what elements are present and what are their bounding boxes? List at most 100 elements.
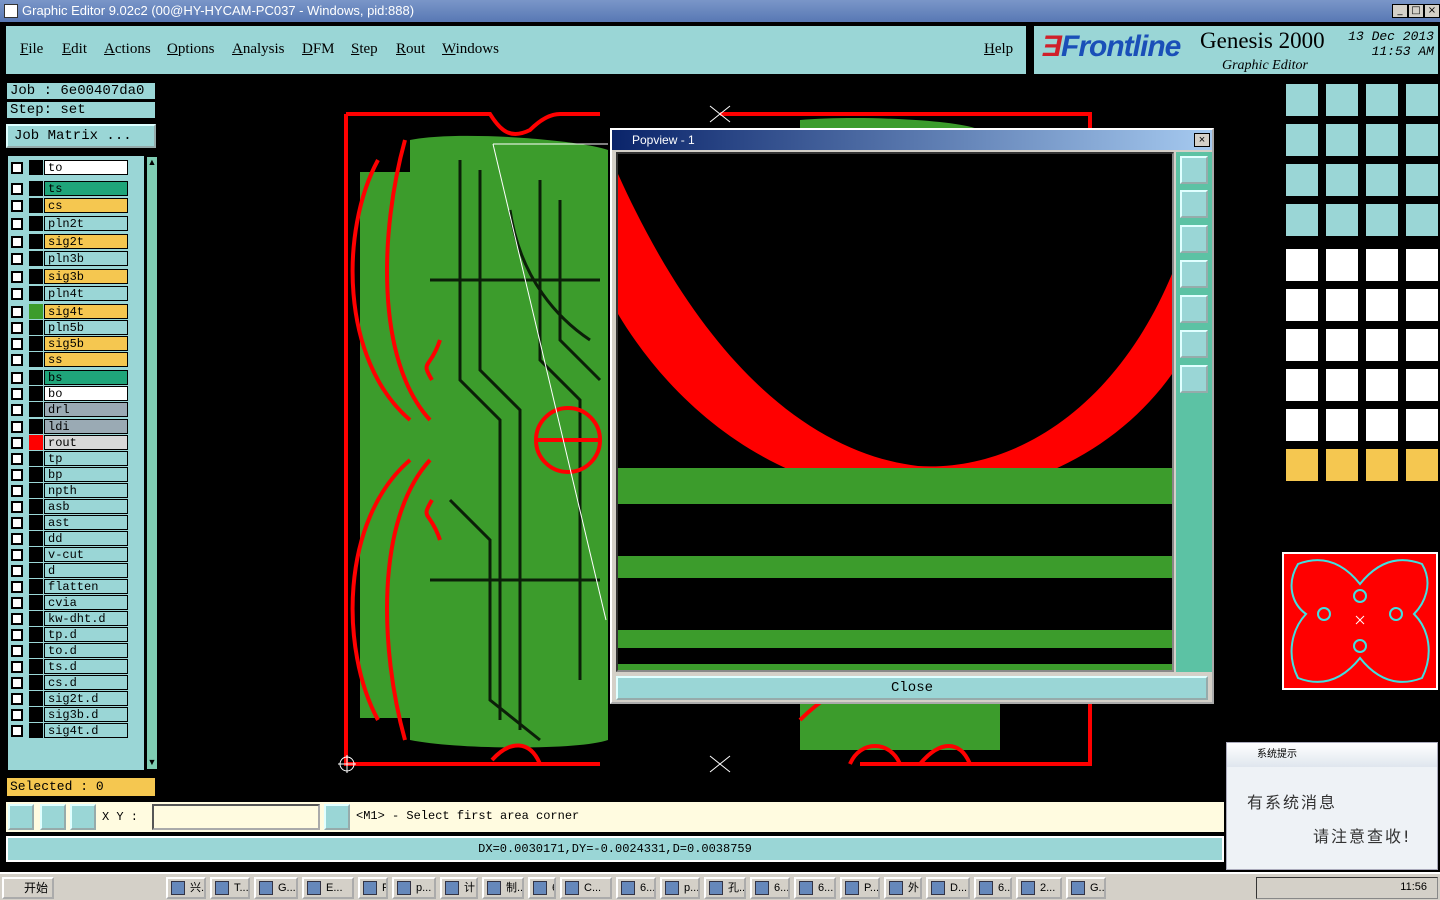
layer-checkbox[interactable]: [11, 437, 23, 450]
feature-icon[interactable]: [1284, 367, 1320, 403]
popview-pan-down-icon[interactable]: [1180, 225, 1208, 253]
popview-pan-up-icon[interactable]: [1180, 190, 1208, 218]
layer-color-swatch[interactable]: [29, 611, 43, 627]
taskbar-item[interactable]: P...: [358, 877, 388, 899]
layer-name[interactable]: sig3b.d: [44, 707, 128, 723]
layer-row-drl[interactable]: drl: [8, 401, 144, 417]
connect-icon[interactable]: [1284, 287, 1320, 323]
taskbar-item[interactable]: p...: [392, 877, 436, 899]
layer-name[interactable]: drl: [44, 401, 128, 417]
layer-color-swatch[interactable]: [29, 595, 43, 611]
layer-row-tp.d[interactable]: tp.d: [8, 627, 144, 643]
layer-checkbox[interactable]: [11, 338, 23, 350]
grid-icon[interactable]: [1324, 202, 1360, 238]
layer-color-swatch[interactable]: [29, 160, 43, 175]
menu-rout[interactable]: Rout: [396, 41, 425, 58]
layer-checkbox[interactable]: [11, 709, 23, 722]
scroll-up-arrow[interactable]: ▲: [147, 157, 157, 169]
ruler-icon[interactable]: [1284, 202, 1320, 238]
layer-checkbox[interactable]: [11, 725, 23, 738]
layer-row-sig5b[interactable]: sig5b: [8, 336, 144, 351]
menu-actions[interactable]: Actions: [104, 41, 151, 58]
layer-checkbox[interactable]: [11, 485, 23, 498]
layer-checkbox[interactable]: [11, 533, 23, 546]
layer-color-swatch[interactable]: [29, 385, 43, 401]
fit-icon[interactable]: [1284, 162, 1320, 198]
layer-color-swatch[interactable]: [29, 435, 43, 451]
menu-options[interactable]: Options: [167, 41, 215, 58]
layer-name[interactable]: ast: [44, 515, 128, 531]
layer-color-swatch[interactable]: [29, 251, 43, 267]
layer-checkbox[interactable]: [11, 322, 23, 334]
layer-settings-icon[interactable]: [1364, 202, 1400, 238]
layer-checkbox[interactable]: [11, 371, 23, 384]
layer-color-swatch[interactable]: [29, 643, 43, 659]
layer-row-npth[interactable]: npth: [8, 483, 144, 499]
measure-icon[interactable]: [40, 804, 66, 830]
layer-name[interactable]: dd: [44, 531, 128, 547]
layer-row-ast[interactable]: ast: [8, 515, 144, 531]
layer-checkbox[interactable]: [11, 501, 23, 514]
layer-name[interactable]: cvia: [44, 595, 128, 611]
layer-name[interactable]: sig2t.d: [44, 691, 128, 707]
layer-name[interactable]: to.d: [44, 643, 128, 659]
layer-name[interactable]: npth: [44, 483, 128, 499]
menu-file[interactable]: File: [20, 41, 43, 58]
layer-name[interactable]: tp.d: [44, 627, 128, 643]
layer-checkbox[interactable]: [11, 200, 23, 213]
popview-canvas[interactable]: [616, 152, 1174, 672]
layer-row-ts.d[interactable]: ts.d: [8, 659, 144, 675]
layer-color-swatch[interactable]: [29, 286, 43, 302]
layer-color-swatch[interactable]: [29, 216, 43, 231]
taskbar-item[interactable]: 制...: [482, 877, 524, 899]
layer-checkbox[interactable]: [11, 693, 23, 706]
layer-checkbox[interactable]: [11, 354, 23, 366]
layer-row-d[interactable]: d: [8, 563, 144, 579]
info-icon[interactable]: [324, 804, 350, 830]
popview-pan-left-icon[interactable]: [1180, 260, 1208, 288]
split-icon[interactable]: [1404, 327, 1440, 363]
layer-checkbox[interactable]: [11, 235, 23, 248]
peak-icon[interactable]: [1324, 407, 1360, 443]
layer-checkbox[interactable]: [11, 288, 23, 301]
layer-row-ts[interactable]: ts: [8, 180, 144, 196]
layer-name[interactable]: bp: [44, 467, 128, 483]
delete-icon[interactable]: [1324, 287, 1360, 323]
taskbar-item[interactable]: 6...: [794, 877, 836, 899]
popview-zoom-home-icon[interactable]: [1180, 330, 1208, 358]
arc-icon[interactable]: [1404, 287, 1440, 323]
layer-name[interactable]: v-cut: [44, 547, 128, 563]
job-matrix-button[interactable]: Job Matrix ...: [6, 124, 156, 148]
layer-checkbox[interactable]: [11, 597, 23, 610]
layer-name[interactable]: pln5b: [44, 320, 128, 335]
layer-checkbox[interactable]: [11, 613, 23, 626]
layer-row-kw-dht.d[interactable]: kw-dht.d: [8, 611, 144, 627]
taskbar-item[interactable]: 外...: [884, 877, 922, 899]
layer-checkbox[interactable]: [11, 306, 23, 318]
taskbar-item[interactable]: 6...: [974, 877, 1012, 899]
layer-checkbox[interactable]: [11, 218, 23, 230]
layer-checkbox[interactable]: [11, 387, 23, 400]
popview-close-button[interactable]: Close: [616, 676, 1208, 700]
layer-row-sig2t.d[interactable]: sig2t.d: [8, 691, 144, 707]
layer-checkbox[interactable]: [11, 253, 23, 266]
select-mode-icon[interactable]: [8, 804, 34, 830]
export-icon[interactable]: [1324, 82, 1360, 118]
menu-analysis[interactable]: Analysis: [232, 41, 285, 58]
layer-checkbox[interactable]: [11, 645, 23, 658]
taskbar-item[interactable]: E...: [302, 877, 354, 899]
layer-name[interactable]: bo: [44, 385, 128, 401]
taskbar-item[interactable]: 计...: [440, 877, 478, 899]
layer-row-ldi[interactable]: ldi: [8, 419, 144, 435]
layer-scrollbar[interactable]: ▲ ▼: [146, 156, 158, 770]
home-view-icon[interactable]: [1364, 82, 1400, 118]
layer-row-flatten[interactable]: flatten: [8, 579, 144, 595]
pointer-icon[interactable]: [1284, 447, 1320, 483]
layer-name[interactable]: asb: [44, 499, 128, 515]
pan-left-icon[interactable]: [1284, 122, 1320, 158]
layer-color-swatch[interactable]: [29, 419, 43, 435]
layer-checkbox[interactable]: [11, 182, 23, 195]
layer-row-pln3b[interactable]: pln3b: [8, 251, 144, 267]
popview-zoom-fit-icon[interactable]: [1180, 365, 1208, 393]
layer-color-swatch[interactable]: [29, 180, 43, 196]
